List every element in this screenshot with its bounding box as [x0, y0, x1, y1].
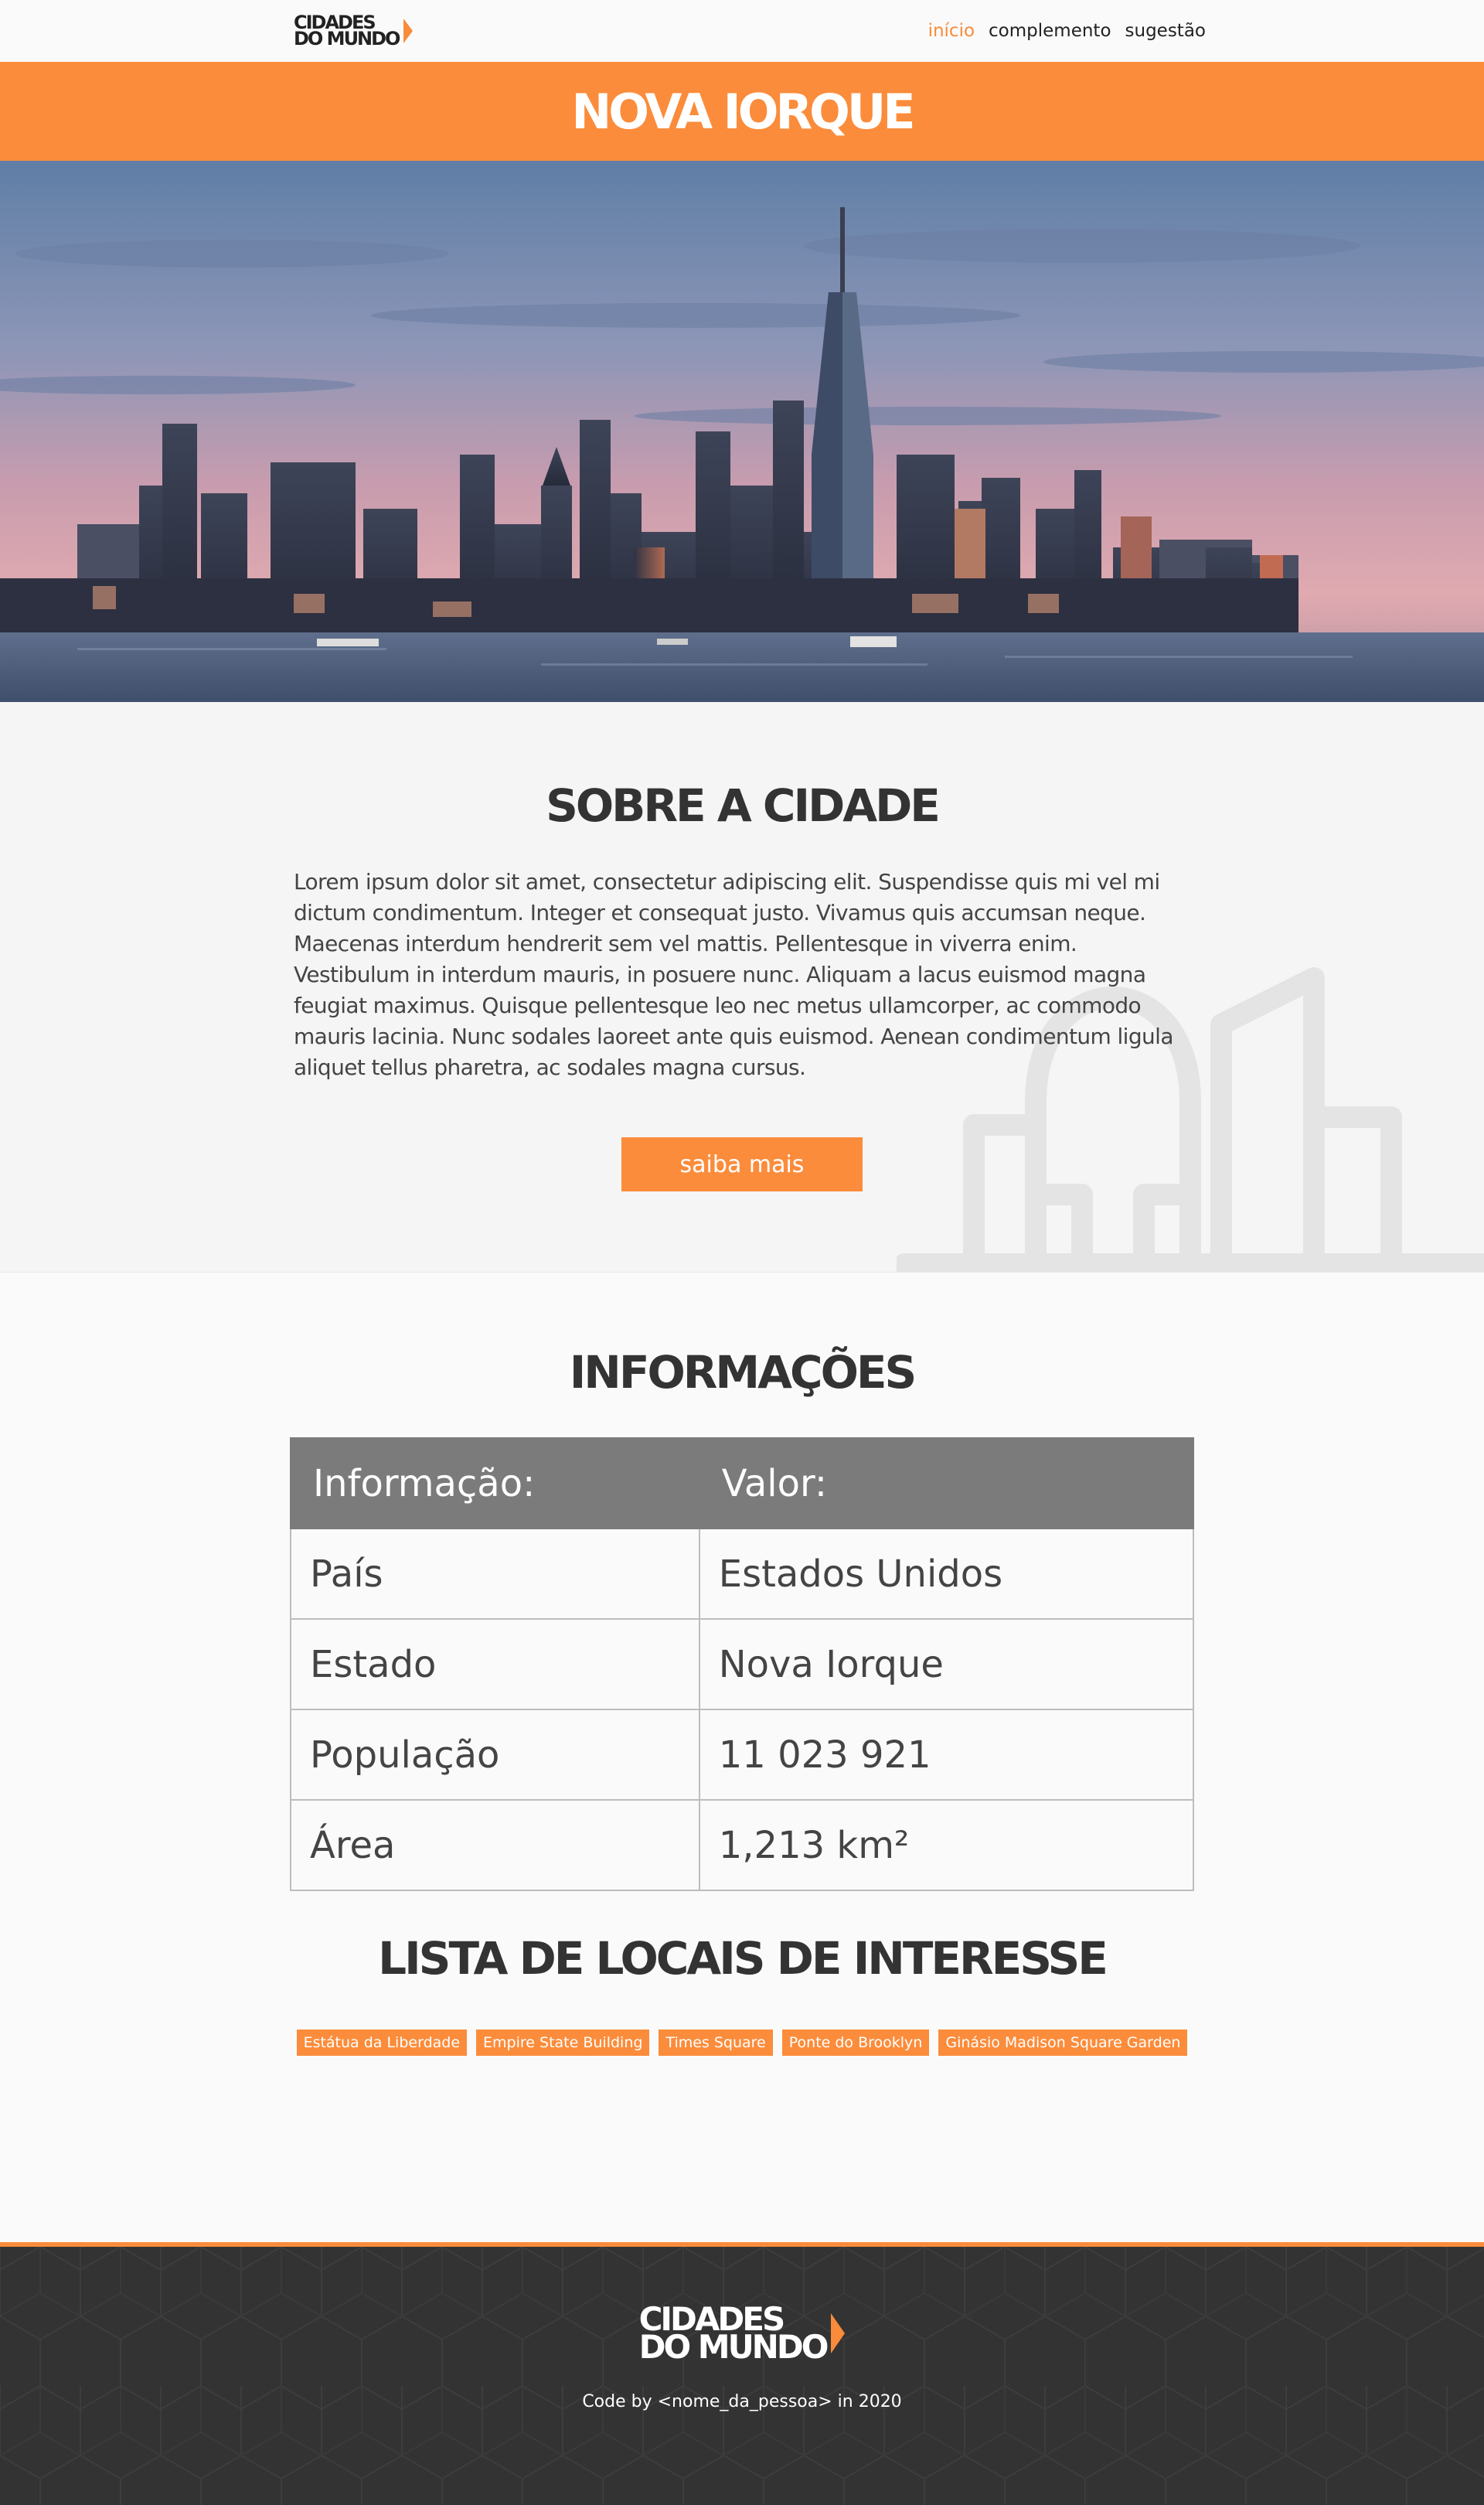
places-section: LISTA DE LOCAIS DE INTERESSE Estátua da … — [0, 1932, 1484, 2249]
table-header-row: Informação: Valor: — [290, 1437, 1195, 1529]
logo-text: CIDADES DO MUNDO — [294, 13, 400, 49]
logo-arrow-icon — [403, 19, 414, 43]
title-band: NOVA IORQUE — [0, 62, 1484, 161]
logo-line-2: DO MUNDO — [294, 28, 400, 49]
info-title: INFORMAÇÕES — [569, 1346, 917, 1399]
table-cell: Estado — [290, 1618, 700, 1710]
place-tag[interactable]: Estátua da Liberdade — [296, 2030, 468, 2056]
nav-inicio[interactable]: início — [928, 21, 975, 41]
places-title: LISTA DE LOCAIS DE INTERESSE — [378, 1932, 1108, 1985]
main-nav: início complemento sugestão — [928, 21, 1206, 41]
table-row: População 11 023 921 — [290, 1709, 1195, 1801]
table-cell: País — [290, 1528, 700, 1620]
footer-logo-text: CIDADES DO MUNDO — [638, 2303, 829, 2366]
table-row: Área 1,213 km² — [290, 1799, 1195, 1891]
table-header-informacao: Informação: — [290, 1437, 700, 1529]
places-tag-list: Estátua da Liberdade Empire State Buildi… — [0, 2030, 1484, 2056]
hero-image — [0, 161, 1484, 702]
site-footer: CIDADES DO MUNDO Code by <nome_da_pessoa… — [0, 2242, 1484, 2505]
table-cell: População — [290, 1709, 700, 1801]
table-header-valor: Valor: — [698, 1437, 1195, 1529]
footer-credit: Code by <nome_da_pessoa> in 2020 — [582, 2392, 902, 2411]
table-row: País Estados Unidos — [290, 1528, 1195, 1620]
footer-logo[interactable]: CIDADES DO MUNDO — [638, 2303, 846, 2366]
site-logo[interactable]: CIDADES DO MUNDO — [294, 13, 414, 49]
place-tag[interactable]: Times Square — [659, 2030, 773, 2056]
footer-logo-arrow-icon — [831, 2313, 846, 2353]
footer-logo-line-2: DO MUNDO — [638, 2328, 829, 2366]
info-table: Informação: Valor: País Estados Unidos E… — [290, 1437, 1195, 1891]
about-title: SOBRE A CIDADE — [546, 779, 941, 832]
about-section: SOBRE A CIDADE Lorem ipsum dolor sit ame… — [0, 702, 1484, 1273]
place-tag[interactable]: Ponte do Brooklyn — [781, 2030, 930, 2056]
table-cell: 1,213 km² — [698, 1799, 1195, 1891]
place-tag[interactable]: Empire State Building — [476, 2030, 650, 2056]
table-cell: Estados Unidos — [698, 1528, 1195, 1620]
place-tag[interactable]: Ginásio Madison Square Garden — [938, 2030, 1188, 2056]
info-section: INFORMAÇÕES Informação: Valor: País Esta… — [0, 1273, 1484, 1932]
about-text: Lorem ipsum dolor sit amet, consectetur … — [294, 869, 1174, 1080]
table-cell: Nova Iorque — [698, 1618, 1195, 1710]
table-cell: Área — [290, 1799, 700, 1891]
nav-complemento[interactable]: complemento — [989, 21, 1111, 41]
table-cell: 11 023 921 — [698, 1709, 1195, 1801]
site-header: CIDADES DO MUNDO início complemento suge… — [0, 0, 1484, 62]
city-title: NOVA IORQUE — [571, 83, 915, 140]
saiba-mais-button[interactable]: saiba mais — [621, 1137, 863, 1191]
table-row: Estado Nova Iorque — [290, 1618, 1195, 1710]
nav-sugestao[interactable]: sugestão — [1125, 21, 1206, 41]
